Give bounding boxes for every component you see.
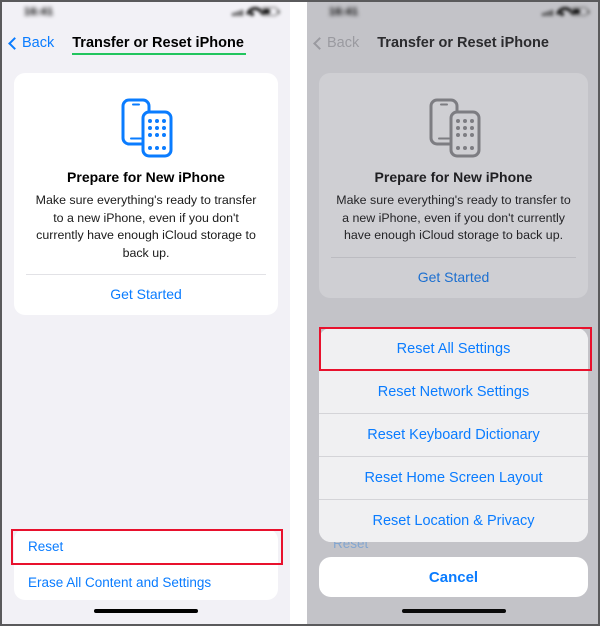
nav-bar-right: Back Transfer or Reset iPhone: [307, 26, 598, 60]
battery-icon: [261, 7, 280, 16]
phone-panel-right: 16:41 Back Transfer or Reset iPhone Prep…: [307, 2, 598, 624]
card-title: Prepare for New iPhone: [67, 169, 225, 185]
chevron-left-icon: [313, 36, 326, 50]
status-icons: [542, 7, 590, 16]
title-underline-annotation: [72, 52, 246, 55]
reset-action-sheet: Reset All Settings Reset Network Setting…: [319, 328, 588, 542]
back-button-label: Back: [22, 35, 55, 51]
cellular-signal-icon: [542, 7, 553, 16]
page-title-text: Transfer or Reset iPhone: [377, 35, 549, 51]
wifi-icon: [556, 7, 568, 16]
action-sheet-option-reset-home-screen-layout[interactable]: Reset Home Screen Layout: [319, 457, 588, 499]
back-button[interactable]: Back: [313, 35, 360, 51]
reset-row[interactable]: Reset: [14, 529, 278, 564]
status-time: 16:41: [329, 6, 359, 18]
status-time: 16:41: [24, 6, 54, 18]
prepare-new-iphone-card: Prepare for New iPhone Make sure everyth…: [14, 73, 278, 316]
page-title: Transfer or Reset iPhone: [377, 35, 549, 51]
action-sheet-option-reset-all-settings[interactable]: Reset All Settings: [319, 328, 588, 370]
home-indicator: [94, 608, 198, 613]
cancel-button[interactable]: Cancel: [319, 557, 588, 597]
home-indicator: [401, 608, 506, 613]
status-icons: [232, 7, 280, 16]
wifi-icon: [246, 7, 258, 16]
action-sheet-option-reset-location-privacy[interactable]: Reset Location & Privacy: [319, 500, 588, 542]
card-description: Make sure everything's ready to transfer…: [336, 193, 571, 243]
screenshot-comparison: 16:41 Back Transfer or Reset iPhone Prep…: [0, 0, 600, 626]
chevron-left-icon: [8, 36, 21, 50]
back-button-label: Back: [327, 35, 360, 51]
cellular-signal-icon: [232, 7, 243, 16]
prepare-new-iphone-card: Prepare for New iPhone Make sure everyth…: [319, 73, 588, 298]
card-description: Make sure everything's ready to transfer…: [35, 193, 257, 260]
two-iphones-icon: [319, 89, 588, 167]
get-started-button: Get Started: [417, 268, 490, 285]
status-bar-left: 16:41: [2, 2, 290, 26]
nav-bar-left: Back Transfer or Reset iPhone: [2, 26, 290, 60]
back-button[interactable]: Back: [8, 35, 55, 51]
two-iphones-icon: [14, 89, 278, 167]
status-bar-right: 16:41: [307, 2, 598, 26]
get-started-button[interactable]: Get Started: [14, 275, 278, 315]
reset-options-group: Reset Erase All Content and Settings: [14, 529, 278, 600]
card-title: Prepare for New iPhone: [374, 169, 533, 185]
erase-all-content-row[interactable]: Erase All Content and Settings: [14, 565, 278, 600]
action-sheet-option-reset-network-settings[interactable]: Reset Network Settings: [319, 371, 588, 413]
phone-panel-left: 16:41 Back Transfer or Reset iPhone Prep…: [2, 2, 290, 624]
page-title: Transfer or Reset iPhone: [72, 35, 246, 55]
action-sheet-option-reset-keyboard-dictionary[interactable]: Reset Keyboard Dictionary: [319, 414, 588, 456]
battery-icon: [571, 7, 590, 16]
page-title-text: Transfer or Reset iPhone: [72, 35, 244, 51]
